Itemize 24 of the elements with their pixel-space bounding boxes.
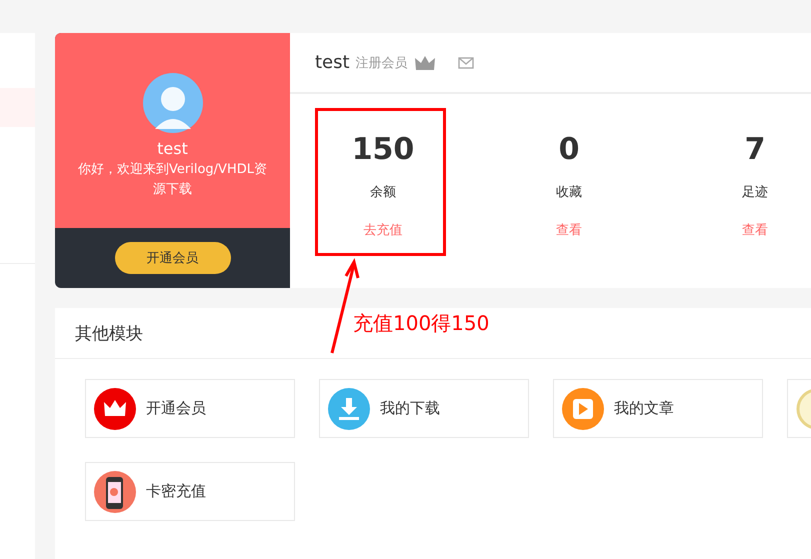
play-icon (562, 388, 604, 430)
crown-icon (94, 388, 136, 430)
module-tile[interactable]: 开通会员 (85, 379, 295, 438)
module-tile[interactable]: 我的下载 (319, 379, 529, 438)
crown-icon (414, 54, 436, 70)
phone-icon (94, 470, 136, 512)
profile-name: test (157, 139, 188, 158)
section-title: 其他模块 (75, 322, 143, 344)
stat-value: 0 (558, 131, 580, 169)
download-icon (328, 388, 370, 430)
member-level: 注册会员 (356, 54, 408, 72)
module-tile[interactable]: 卡密充值 (85, 462, 295, 521)
stat-label: 余额 (370, 184, 396, 201)
module-tile[interactable]: 我的文章 (553, 379, 763, 438)
user-name: test (315, 52, 350, 73)
stat-value: 150 (352, 131, 414, 169)
stat-label: 收藏 (556, 184, 582, 201)
vip-button[interactable]: 开通会员 (114, 242, 230, 274)
stat-value: 7 (744, 131, 766, 169)
stat-label: 足迹 (742, 184, 768, 201)
mail-icon[interactable] (458, 56, 474, 68)
annotation-text: 充值100得150 (353, 310, 490, 337)
avatar-icon (142, 73, 202, 133)
welcome-text: 你好，欢迎来到Verilog/VHDL资源下载 (77, 161, 268, 199)
